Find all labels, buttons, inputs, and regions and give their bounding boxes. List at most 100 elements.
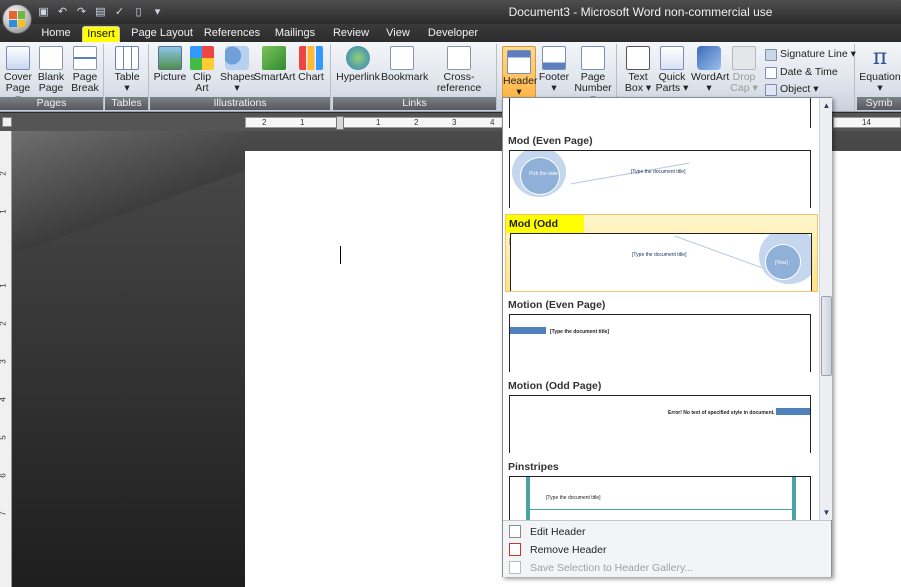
header-gallery: Mod (Even Page) Pick the date [Type the … xyxy=(502,97,832,577)
indent-marker[interactable] xyxy=(336,116,344,130)
shapes-icon xyxy=(225,46,249,70)
group-symbols: π Equation ▾ Symb xyxy=(857,44,901,110)
tab-home[interactable]: Home xyxy=(38,26,74,42)
wordart-icon xyxy=(697,46,721,70)
wordart-button[interactable]: WordArt ▾ xyxy=(691,46,729,94)
save-selection-icon xyxy=(509,561,521,574)
group-label-pages: Pages xyxy=(0,97,103,110)
text-cursor xyxy=(340,246,341,264)
scroll-down-icon[interactable]: ▼ xyxy=(822,508,831,517)
object-icon xyxy=(765,83,777,96)
group-label-tables: Tables xyxy=(105,97,148,110)
window-title: Document3 - Microsoft Word non-commercia… xyxy=(508,5,773,19)
gallery-item-mod-even[interactable]: Mod (Even Page) Pick the date [Type the … xyxy=(505,132,818,208)
pinstripe-line xyxy=(530,509,792,510)
page-break-button[interactable]: Page Break xyxy=(70,46,100,94)
clip-art-button[interactable]: Clip Art xyxy=(188,46,216,94)
gallery-item-motion-odd[interactable]: Motion (Odd Page) Error! No text of spec… xyxy=(505,377,818,453)
tab-view[interactable]: View xyxy=(380,26,416,42)
ribbon-tabs: Home Insert Page Layout References Maili… xyxy=(0,24,901,42)
picture-icon xyxy=(158,46,182,70)
group-label-symbols: Symb xyxy=(857,97,901,110)
gallery-item-pinstripes[interactable]: Pinstripes [Type the document title] xyxy=(505,458,818,520)
picture-button[interactable]: Picture xyxy=(153,46,187,83)
bookmark-icon xyxy=(390,46,414,70)
motion-even-thumbnail: [Type the document title] xyxy=(509,314,811,372)
calendar-icon xyxy=(765,66,777,79)
header-icon xyxy=(507,50,531,74)
gallery-item-partial[interactable] xyxy=(505,98,818,128)
scroll-thumb[interactable] xyxy=(821,296,832,376)
gallery-item-motion-even[interactable]: Motion (Even Page) [Type the document ti… xyxy=(505,296,818,372)
signature-line-icon xyxy=(765,48,777,61)
mod-even-thumbnail: Pick the date [Type the document title] xyxy=(509,150,811,208)
edit-header-icon xyxy=(509,525,521,538)
group-label-illustrations: Illustrations xyxy=(150,97,330,110)
horizontal-ruler-right[interactable]: 14 xyxy=(833,117,901,128)
pinstripes-thumbnail: [Type the document title] xyxy=(509,476,811,520)
chart-button[interactable]: Chart xyxy=(295,46,327,83)
equation-button[interactable]: π Equation ▾ xyxy=(859,46,901,94)
drop-cap-button[interactable]: Drop Cap ▾ xyxy=(729,46,759,94)
motion-odd-thumbnail: Error! No text of specified style in doc… xyxy=(509,395,811,453)
remove-header-icon xyxy=(509,543,521,556)
group-links: Hyperlink Bookmark Cross-reference Links xyxy=(333,44,497,110)
save-selection-menu-item[interactable]: Save Selection to Header Gallery... xyxy=(509,559,819,576)
drop-cap-icon xyxy=(732,46,756,70)
pinstripe-left xyxy=(526,477,530,520)
gallery-scrollbar[interactable]: ▲ ▼ xyxy=(819,98,832,520)
hyperlink-globe-icon xyxy=(346,46,370,70)
tab-mailings[interactable]: Mailings xyxy=(271,26,319,42)
tab-insert[interactable]: Insert xyxy=(82,26,120,42)
group-illustrations: Picture Clip Art Shapes ▾ SmartArt Chart… xyxy=(150,44,331,110)
motion-even-bar xyxy=(510,327,546,334)
title-bar: ▣ ↶ ↷ ▤ ✓ ▯ ▾ Document3 - Microsoft Word… xyxy=(0,0,901,24)
text-box-button[interactable]: Text Box ▾ xyxy=(622,46,654,94)
hyperlink-button[interactable]: Hyperlink xyxy=(336,46,380,83)
remove-header-menu-item[interactable]: Remove Header xyxy=(509,541,819,558)
mod-odd-thumbnail: [Type the document title] [Year] xyxy=(510,233,812,291)
chart-icon xyxy=(299,46,323,70)
blank-page-icon xyxy=(39,46,63,70)
bookmark-button[interactable]: Bookmark xyxy=(381,46,428,83)
page-break-icon xyxy=(73,46,97,70)
table-icon xyxy=(115,46,139,70)
date-time-button[interactable]: Date & Time xyxy=(765,65,838,80)
background-swoosh xyxy=(12,131,245,251)
office-logo-icon xyxy=(9,11,25,27)
text-box-icon xyxy=(626,46,650,70)
shapes-button[interactable]: Shapes ▾ xyxy=(220,46,256,94)
blank-page-button[interactable]: Blank Page xyxy=(36,46,66,94)
footer-icon xyxy=(542,46,566,70)
tab-references[interactable]: References xyxy=(203,26,261,42)
footer-button[interactable]: Footer ▾ xyxy=(537,46,571,94)
office-button[interactable] xyxy=(2,4,32,34)
quick-parts-button[interactable]: Quick Parts ▾ xyxy=(655,46,689,94)
object-button[interactable]: Object ▾ xyxy=(765,82,819,97)
smartart-button[interactable]: SmartArt xyxy=(254,46,295,83)
tab-developer[interactable]: Developer xyxy=(424,26,482,42)
clip-art-icon xyxy=(190,46,214,70)
tab-selector[interactable] xyxy=(2,117,12,127)
vertical-ruler[interactable]: 2 1 1 2 3 4 5 6 7 xyxy=(0,131,12,587)
smartart-icon xyxy=(262,46,286,70)
table-button[interactable]: Table ▾ xyxy=(113,46,141,94)
group-label-links: Links xyxy=(333,97,496,110)
tab-page-layout[interactable]: Page Layout xyxy=(131,26,193,42)
pi-icon: π xyxy=(872,45,888,70)
pinstripe-right xyxy=(792,477,796,520)
signature-line-button[interactable]: Signature Line ▾ xyxy=(765,47,856,62)
cover-page-icon xyxy=(6,46,30,70)
motion-odd-bar xyxy=(776,408,810,415)
header-button[interactable]: Header ▾ xyxy=(502,46,537,100)
horizontal-ruler[interactable]: 2 1 1 2 3 4 xyxy=(245,116,505,130)
gallery-item-mod-odd[interactable]: Mod (Odd Page) [Type the document title]… xyxy=(505,214,818,292)
edit-header-menu-item[interactable]: Edit Header xyxy=(509,523,819,540)
tab-review[interactable]: Review xyxy=(330,26,372,42)
scroll-up-icon[interactable]: ▲ xyxy=(822,101,831,110)
cross-reference-icon xyxy=(447,46,471,70)
quick-parts-icon xyxy=(660,46,684,70)
page-number-icon xyxy=(581,46,605,70)
group-tables: Table ▾ Tables xyxy=(105,44,149,110)
cross-reference-button[interactable]: Cross-reference xyxy=(425,46,493,94)
